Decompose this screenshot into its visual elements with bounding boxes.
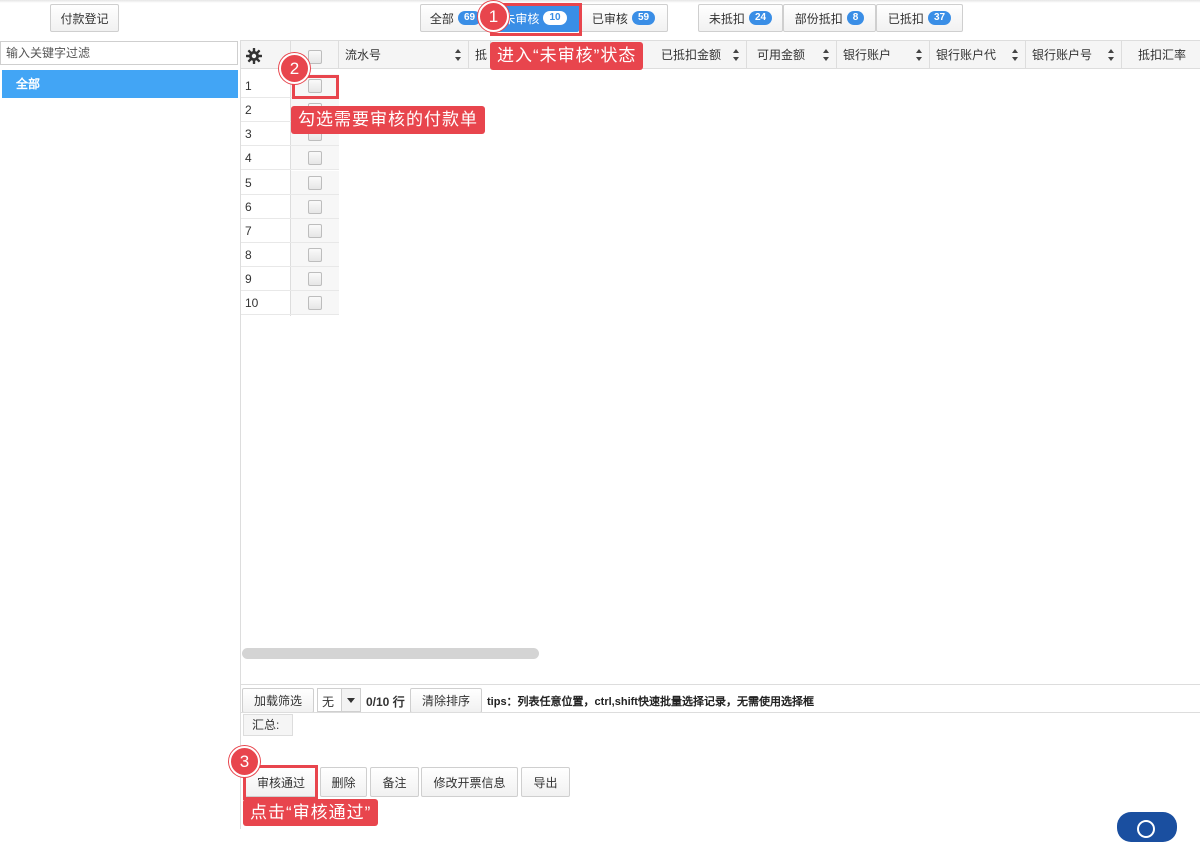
tab-reviewed[interactable]: 已审核 59 [579,4,668,32]
remark-button[interactable]: 备注 [370,767,419,797]
row-number: 10 [241,291,291,315]
column-header-label: 抵扣汇率 [1138,48,1187,62]
help-chat-icon[interactable] [1117,812,1177,842]
tab-partially-deducted-count: 8 [846,11,865,25]
export-label: 导出 [533,775,558,790]
horizontal-scrollbar[interactable] [242,648,539,659]
row-checkbox[interactable] [308,272,322,286]
select-all-checkbox[interactable] [308,50,322,64]
tips-text: tips：列表任意位置，ctrl,shift快速批量选择记录，无需使用选择框 [487,696,814,708]
row-checkbox-cell [291,267,339,291]
edit-invoice-button[interactable]: 修改开票信息 [421,767,518,797]
row-count: 0/10 行 [366,695,405,709]
tab-deducted[interactable]: 已抵扣 37 [876,4,963,32]
column-header-available-amount[interactable]: 可用金额 [747,41,837,69]
filter-select[interactable]: 无 [317,688,361,712]
row-number: 9 [241,267,291,291]
row-checkbox[interactable] [308,151,322,165]
step1-number: 1 [478,1,509,32]
row-number: 7 [241,219,291,243]
sort-icon[interactable] [1012,49,1019,61]
row-checkbox-cell [291,243,339,267]
tab-deducted-count: 37 [927,11,952,25]
step1-callout: 进入“未审核”状态 [490,42,644,70]
clear-sort-label: 清除排序 [421,694,470,708]
row-checkbox-cell [291,195,339,219]
tab-not-deducted-label: 未抵扣 [708,11,745,26]
top-shadow [0,0,1200,3]
keyword-filter-input[interactable] [0,41,238,65]
row-checkbox-cell [291,146,339,170]
tab-all-label: 全部 [429,11,454,26]
step2-callout: 勾选需要审核的付款单 [291,106,485,134]
column-header-bank-account-no[interactable]: 银行账户号 [1026,41,1122,69]
row-checkbox[interactable] [308,224,322,238]
column-header-label: 抵 [475,48,488,62]
row-number: 5 [241,171,291,195]
row-checkbox[interactable] [308,176,322,190]
remark-label: 备注 [382,775,407,790]
tab-not-deducted-count: 24 [748,11,773,25]
sort-icon[interactable] [916,49,923,61]
row-checkbox-cell [291,219,339,243]
step3-number: 3 [229,746,260,777]
footer-divider [241,684,1200,685]
tree-node-all[interactable]: 全部 [2,70,238,98]
row-number: 8 [241,243,291,267]
payment-register-button[interactable]: 付款登记 [50,4,119,32]
sort-icon[interactable] [455,49,462,61]
row-checkbox-cell [291,291,339,315]
column-header-label: 流水号 [345,48,382,62]
edit-invoice-label: 修改开票信息 [433,775,506,790]
column-header-deduct[interactable]: 抵 [469,41,491,69]
step3-callout: 点击“审核通过” [243,799,379,826]
column-header-label: 银行账户 [843,48,892,62]
row-checkbox[interactable] [308,200,322,214]
row-number: 2 [241,98,291,122]
column-header-label: 银行账户代 [936,48,997,62]
tab-deducted-label: 已抵扣 [887,11,924,26]
column-header-bank-account-code[interactable]: 银行账户代 [930,41,1026,69]
column-header-label: 可用金额 [757,48,806,62]
sort-icon[interactable] [733,49,740,61]
sort-icon[interactable] [1108,49,1115,61]
row-checkbox-cell [291,171,339,195]
tab-not-deducted[interactable]: 未抵扣 24 [698,4,783,32]
row-number: 3 [241,122,291,146]
step2-number: 2 [279,53,310,84]
delete-button[interactable]: 删除 [320,767,367,797]
column-header-bank-account[interactable]: 银行账户 [837,41,930,69]
summary-divider [241,712,1200,713]
row-checkbox[interactable] [308,296,322,310]
column-header-serial-no[interactable]: 流水号 [339,41,469,69]
grid-header: 流水号 抵 已抵扣金额 可用金额 银行账户 银行账户代 银行账户号 抵扣汇率 [241,41,1200,69]
filter-select-value: 无 [322,695,335,709]
clear-sort-button[interactable]: 清除排序 [410,688,482,713]
delete-label: 删除 [331,775,356,790]
row-number: 4 [241,146,291,170]
row-checkbox[interactable] [308,248,322,262]
column-header-label: 已抵扣金额 [661,48,722,62]
payment-register-label: 付款登记 [60,11,109,26]
load-filter-label: 加载筛选 [253,694,302,708]
chevron-down-icon[interactable] [341,689,360,711]
load-filter-button[interactable]: 加载筛选 [242,688,314,713]
tab-partially-deducted[interactable]: 部份抵扣 8 [783,4,876,32]
row-number: 6 [241,195,291,219]
tab-partially-deducted-label: 部份抵扣 [794,11,843,26]
gear-icon[interactable] [246,48,262,64]
export-button[interactable]: 导出 [521,767,570,797]
sort-icon[interactable] [823,49,830,61]
tab-reviewed-label: 已审核 [591,11,628,26]
column-header-label: 银行账户号 [1032,48,1093,62]
column-header-deduct-rate[interactable]: 抵扣汇率 [1122,41,1200,69]
tab-reviewed-count: 59 [631,11,656,25]
summary-label: 汇总: [243,714,293,736]
